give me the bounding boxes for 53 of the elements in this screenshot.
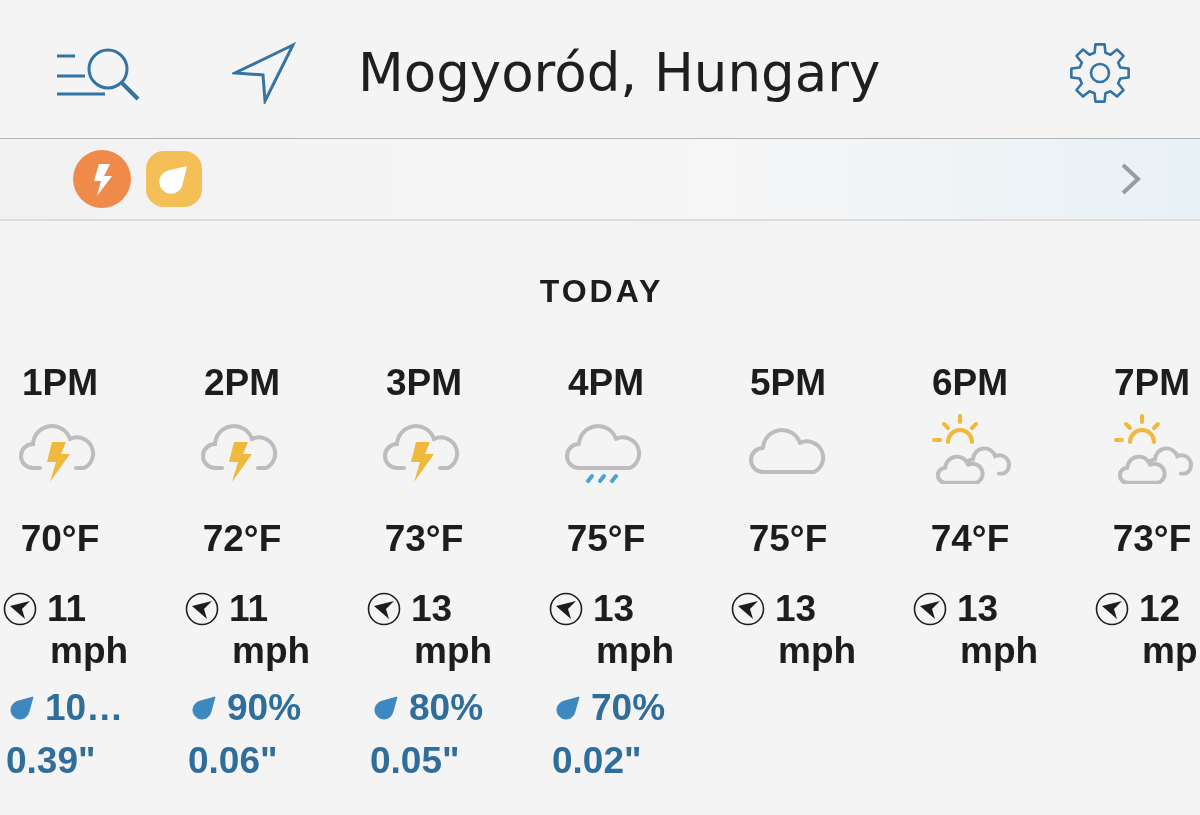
hour-label: 4PM bbox=[566, 361, 646, 405]
precip-chance: 10… bbox=[45, 687, 124, 730]
arrow-circle-icon bbox=[1095, 592, 1129, 627]
hour-label: 1PM bbox=[20, 361, 100, 405]
precip-chance: 70% bbox=[591, 687, 666, 730]
wind-unit: mph bbox=[414, 630, 493, 673]
precip-amount: 0.05" bbox=[369, 739, 460, 783]
drop-icon bbox=[373, 695, 399, 722]
precip-amount: 0.06" bbox=[187, 739, 278, 783]
wind-speed: 12 bbox=[1139, 587, 1181, 631]
alert-bar[interactable] bbox=[0, 139, 1200, 221]
settings-icon[interactable] bbox=[1068, 41, 1132, 105]
temperature: 73°F bbox=[1111, 518, 1193, 561]
arrow-circle-icon bbox=[3, 592, 37, 627]
hour-label: 7PM bbox=[1112, 361, 1192, 405]
temperature: 70°F bbox=[19, 518, 101, 561]
arrow-circle-icon bbox=[367, 592, 401, 627]
wind-speed: 13 bbox=[411, 587, 453, 631]
arrow-circle-icon bbox=[913, 592, 947, 627]
wind-speed: 11 bbox=[47, 587, 87, 631]
precip-chance: 80% bbox=[409, 687, 484, 730]
drop-icon bbox=[191, 695, 217, 722]
wind-unit: mph bbox=[960, 630, 1039, 673]
precip-amount: 0.02" bbox=[551, 739, 642, 783]
hour-label: 6PM bbox=[930, 361, 1010, 405]
wind-speed: 13 bbox=[957, 587, 999, 631]
precip-chance: 90% bbox=[227, 687, 302, 730]
hour-label: 2PM bbox=[202, 361, 282, 405]
drop-icon bbox=[555, 695, 581, 722]
day-heading: TODAY bbox=[538, 273, 665, 310]
drop-icon bbox=[9, 695, 35, 722]
chevron-right-icon bbox=[1120, 162, 1142, 196]
temperature: 74°F bbox=[929, 518, 1011, 561]
temperature: 73°F bbox=[383, 518, 465, 561]
precip-amount: 0.39" bbox=[5, 739, 96, 783]
temperature: 75°F bbox=[747, 518, 829, 561]
location-arrow-icon[interactable] bbox=[232, 42, 296, 104]
temperature: 75°F bbox=[565, 518, 647, 561]
temperature: 72°F bbox=[201, 518, 283, 561]
arrow-circle-icon bbox=[185, 592, 219, 627]
location-title: Mogyoród, Hungary bbox=[358, 42, 881, 104]
wind-speed: 13 bbox=[593, 587, 635, 631]
hour-label: 5PM bbox=[748, 361, 828, 405]
hour-label: 3PM bbox=[384, 361, 464, 405]
wind-unit: mph bbox=[50, 630, 129, 673]
arrow-circle-icon bbox=[549, 592, 583, 627]
wind-unit: mph bbox=[778, 630, 857, 673]
wind-unit: mp bbox=[1142, 630, 1198, 673]
arrow-circle-icon bbox=[731, 592, 765, 627]
wind-unit: mph bbox=[596, 630, 675, 673]
wind-speed: 13 bbox=[775, 587, 817, 631]
wind-speed: 11 bbox=[229, 587, 269, 631]
wind-unit: mph bbox=[232, 630, 311, 673]
